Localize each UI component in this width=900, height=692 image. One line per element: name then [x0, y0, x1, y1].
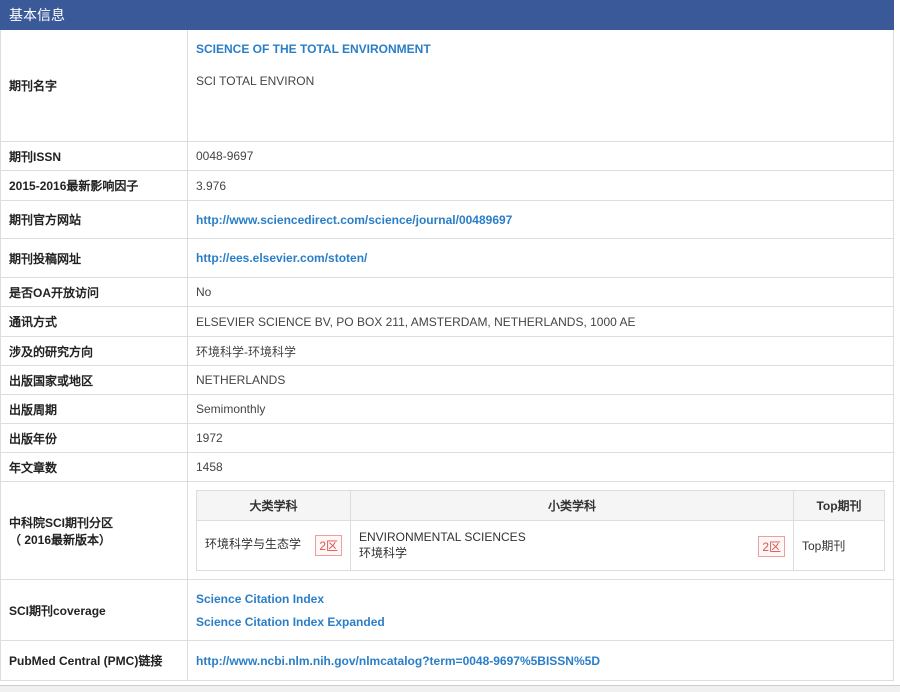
coverage-item[interactable]: Science Citation Index Expanded — [196, 615, 885, 629]
value-open-access: No — [187, 277, 894, 307]
label-open-access: 是否OA开放访问 — [0, 277, 188, 307]
pmc-link[interactable]: http://www.ncbi.nlm.nih.gov/nlmcatalog?t… — [196, 654, 600, 668]
value-cycle: Semimonthly — [187, 394, 894, 424]
value-issn: 0048-9697 — [187, 141, 894, 171]
row-coverage: SCI期刊coverage Science Citation Index Sci… — [0, 579, 894, 641]
website-link[interactable]: http://www.sciencedirect.com/science/jou… — [196, 213, 512, 227]
row-journal-name: 期刊名字 SCIENCE OF THE TOTAL ENVIRONMENT SC… — [0, 29, 894, 142]
value-contact: ELSEVIER SCIENCE BV, PO BOX 211, AMSTERD… — [187, 306, 894, 337]
cas-header-row: 大类学科 小类学科 Top期刊 — [196, 490, 885, 521]
row-website: 期刊官方网站 http://www.sciencedirect.com/scie… — [0, 200, 894, 239]
cas-data-row: 2区 环境科学与生态学 2区 ENVIRONMENTAL SCIENCES 环境… — [196, 520, 885, 571]
row-country: 出版国家或地区 NETHERLANDS — [0, 365, 894, 395]
value-year: 1972 — [187, 423, 894, 453]
label-cas-version: （ 2016最新版本） — [9, 532, 112, 547]
label-country: 出版国家或地区 — [0, 365, 188, 395]
label-research-field: 涉及的研究方向 — [0, 336, 188, 366]
header-major-subject: 大类学科 — [196, 490, 351, 521]
row-cycle: 出版周期 Semimonthly — [0, 394, 894, 424]
minor-subject-cn: 环境科学 — [359, 546, 408, 560]
minor-subject-en: ENVIRONMENTAL SCIENCES — [359, 530, 526, 544]
minor-zone-badge: 2区 — [758, 536, 785, 557]
row-articles: 年文章数 1458 — [0, 452, 894, 482]
coverage-item[interactable]: Science Citation Index — [196, 592, 885, 606]
label-cas-zone: 中科院SCI期刊分区 — [9, 515, 114, 530]
row-issn: 期刊ISSN 0048-9697 — [0, 141, 894, 171]
row-research-field: 涉及的研究方向 环境科学-环境科学 — [0, 336, 894, 366]
value-impact-factor: 3.976 — [187, 170, 894, 201]
submit-link[interactable]: http://ees.elsevier.com/stoten/ — [196, 251, 367, 265]
row-submit-url: 期刊投稿网址 http://ees.elsevier.com/stoten/ — [0, 238, 894, 278]
row-contact: 通讯方式 ELSEVIER SCIENCE BV, PO BOX 211, AM… — [0, 306, 894, 337]
label-impact-factor: 2015-2016最新影响因子 — [0, 170, 188, 201]
label-coverage: SCI期刊coverage — [0, 579, 188, 641]
section-header: 基本信息 — [0, 0, 894, 30]
row-year: 出版年份 1972 — [0, 423, 894, 453]
major-subject-value: 环境科学与生态学 — [205, 537, 302, 551]
value-research-field: 环境科学-环境科学 — [187, 336, 894, 366]
row-open-access: 是否OA开放访问 No — [0, 277, 894, 307]
row-cas-zone: 中科院SCI期刊分区 （ 2016最新版本） 大类学科 小类学科 Top期刊 2… — [0, 481, 894, 580]
label-website: 期刊官方网站 — [0, 200, 188, 239]
row-pmc: PubMed Central (PMC)链接 http://www.ncbi.n… — [0, 640, 894, 681]
top-journal-value: Top期刊 — [793, 520, 885, 571]
value-country: NETHERLANDS — [187, 365, 894, 395]
header-minor-subject: 小类学科 — [350, 490, 794, 521]
label-journal-name: 期刊名字 — [0, 29, 188, 142]
journal-info-table: 基本信息 期刊名字 SCIENCE OF THE TOTAL ENVIRONME… — [0, 0, 894, 681]
journal-abbr-name: SCI TOTAL ENVIRON — [196, 74, 315, 88]
section-title: 基本信息 — [0, 0, 188, 30]
label-pmc: PubMed Central (PMC)链接 — [0, 640, 188, 681]
journal-info-panel: 基本信息 期刊名字 SCIENCE OF THE TOTAL ENVIRONME… — [0, 0, 894, 681]
major-zone-badge: 2区 — [315, 535, 342, 556]
journal-full-name[interactable]: SCIENCE OF THE TOTAL ENVIRONMENT — [196, 42, 431, 56]
label-submit-url: 期刊投稿网址 — [0, 238, 188, 278]
label-year: 出版年份 — [0, 423, 188, 453]
header-top-journal: Top期刊 — [793, 490, 885, 521]
cas-zone-table: 大类学科 小类学科 Top期刊 2区 环境科学与生态学 2区 ENVIRONME… — [196, 490, 885, 571]
value-articles: 1458 — [187, 452, 894, 482]
label-contact: 通讯方式 — [0, 306, 188, 337]
label-issn: 期刊ISSN — [0, 141, 188, 171]
row-impact-factor: 2015-2016最新影响因子 3.976 — [0, 170, 894, 201]
label-cycle: 出版周期 — [0, 394, 188, 424]
label-articles: 年文章数 — [0, 452, 188, 482]
